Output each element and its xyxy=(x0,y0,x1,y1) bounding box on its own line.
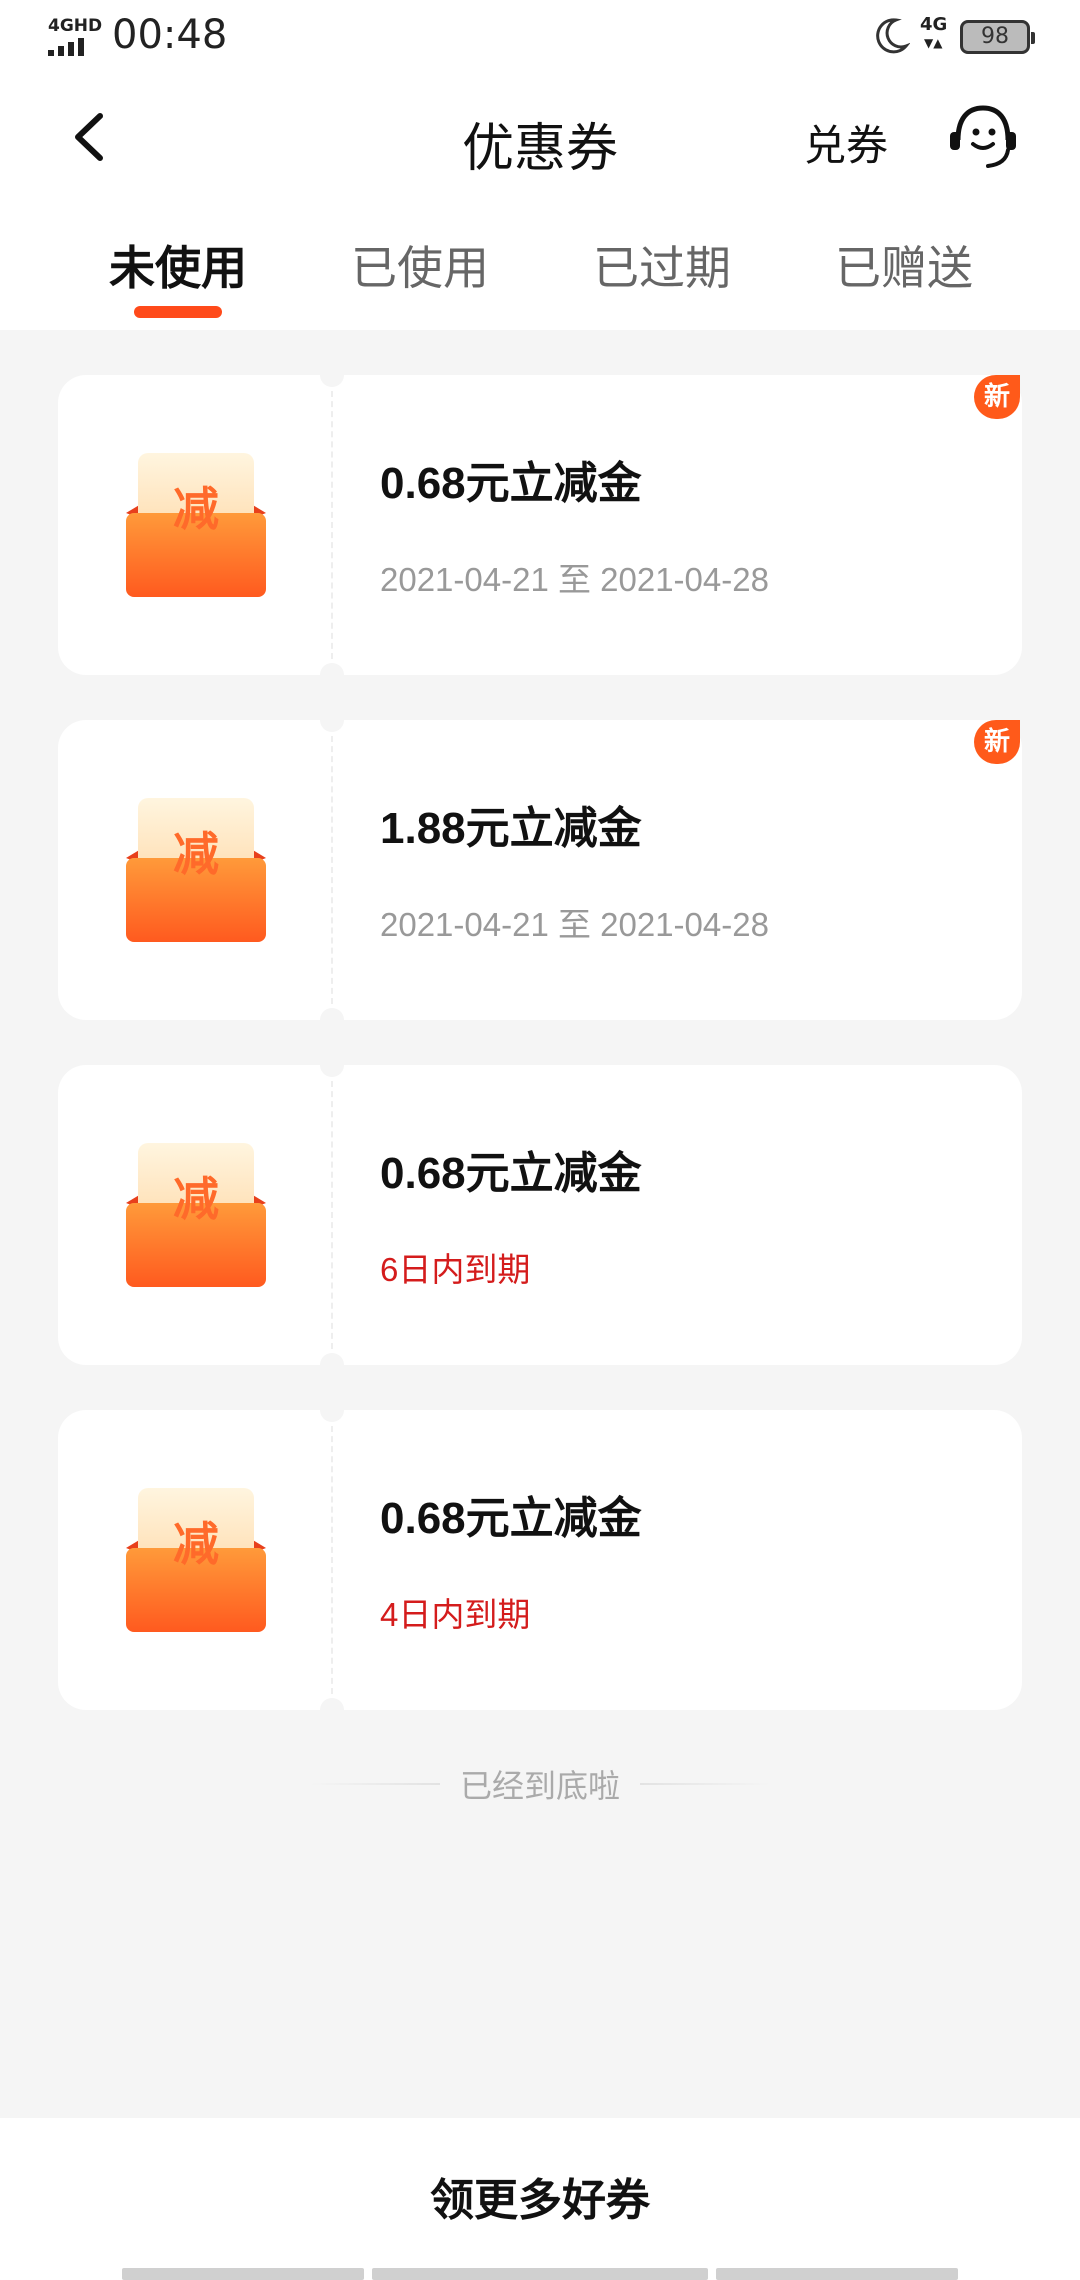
coupon-tabs: 未使用 已使用 已过期 已赠送 xyxy=(0,206,1080,330)
bottom-strip xyxy=(716,2268,958,2280)
header: 优惠券 兑券 xyxy=(0,76,1080,206)
get-more-coupons-button[interactable]: 领更多好券 xyxy=(0,2164,1080,2228)
mobile-data-icon: 4G ▼▲ xyxy=(920,14,948,50)
bottom-strip xyxy=(122,2268,364,2280)
dashed-divider xyxy=(331,1081,333,1349)
dashed-divider xyxy=(331,736,333,1004)
divider xyxy=(310,1783,440,1785)
divider xyxy=(640,1783,771,1785)
redeem-button[interactable]: 兑券 xyxy=(804,112,888,173)
tab-gifted[interactable]: 已赠送 xyxy=(804,232,1004,298)
status-time: 00:48 xyxy=(112,12,228,58)
moon-icon xyxy=(876,18,910,54)
card-notch xyxy=(320,1053,344,1077)
card-notch xyxy=(320,1698,344,1722)
coupon-validity: 2021-04-21 至 2021-04-28 xyxy=(380,561,769,598)
coupon-icon-glyph: 减 xyxy=(173,1172,219,1226)
coupon-card[interactable]: 减 0.68元立减金 4日内到期 xyxy=(58,1398,1022,1722)
bottom-strip xyxy=(372,2268,708,2280)
end-of-list-text: 已经到底啦 xyxy=(460,1767,621,1805)
battery-level: 98 xyxy=(981,24,1009,49)
card-notch xyxy=(320,1353,344,1377)
new-badge: 新 xyxy=(974,720,1020,764)
discount-envelope-icon: 减 xyxy=(126,453,266,597)
discount-envelope-icon: 减 xyxy=(126,798,266,942)
tab-used[interactable]: 已使用 xyxy=(320,232,520,298)
network-type-label: 4GHD xyxy=(48,16,103,36)
status-bar: 4GHD 00:48 4G ▼▲ 98 xyxy=(0,0,1080,76)
coupon-icon-glyph: 减 xyxy=(173,1517,219,1571)
coupon-card[interactable]: 减 1.88元立减金 2021-04-21 至 2021-04-28 新 xyxy=(58,708,1022,1032)
discount-envelope-icon: 减 xyxy=(126,1488,266,1632)
coupon-title: 1.88元立减金 xyxy=(380,804,642,853)
tab-unused[interactable]: 未使用 xyxy=(78,232,278,298)
battery-icon: 98 xyxy=(960,20,1035,54)
coupon-icon-glyph: 减 xyxy=(173,827,219,881)
page-title: 优惠券 xyxy=(461,119,618,179)
new-badge: 新 xyxy=(974,375,1020,419)
coupon-card[interactable]: 减 0.68元立减金 2021-04-21 至 2021-04-28 新 xyxy=(58,363,1022,687)
coupon-validity: 4日内到期 xyxy=(380,1596,531,1633)
mobile-data-label: 4G xyxy=(920,14,948,35)
card-notch xyxy=(320,1008,344,1032)
tab-expired[interactable]: 已过期 xyxy=(562,232,762,298)
coupon-icon-glyph: 减 xyxy=(173,482,219,536)
dashed-divider xyxy=(331,1426,333,1694)
card-notch xyxy=(320,708,344,732)
discount-envelope-icon: 减 xyxy=(126,1143,266,1287)
coupon-validity: 6日内到期 xyxy=(380,1251,531,1288)
coupon-title: 0.68元立减金 xyxy=(380,1494,642,1543)
card-notch xyxy=(320,1398,344,1422)
customer-service-icon[interactable] xyxy=(946,102,1020,172)
bottom-bar: 领更多好券 xyxy=(0,2118,1080,2280)
coupon-title: 0.68元立减金 xyxy=(380,459,642,508)
end-of-list-marker: 已经到底啦 xyxy=(310,1764,771,1805)
coupon-validity: 2021-04-21 至 2021-04-28 xyxy=(380,906,769,943)
signal-icon: 4GHD xyxy=(48,16,103,56)
coupon-title: 0.68元立减金 xyxy=(380,1149,642,1198)
card-notch xyxy=(320,363,344,387)
coupon-list: 减 0.68元立减金 2021-04-21 至 2021-04-28 新 减 1… xyxy=(58,363,1022,1755)
dashed-divider xyxy=(331,391,333,659)
card-notch xyxy=(320,663,344,687)
coupon-card[interactable]: 减 0.68元立减金 6日内到期 xyxy=(58,1053,1022,1377)
active-tab-indicator xyxy=(134,306,222,318)
